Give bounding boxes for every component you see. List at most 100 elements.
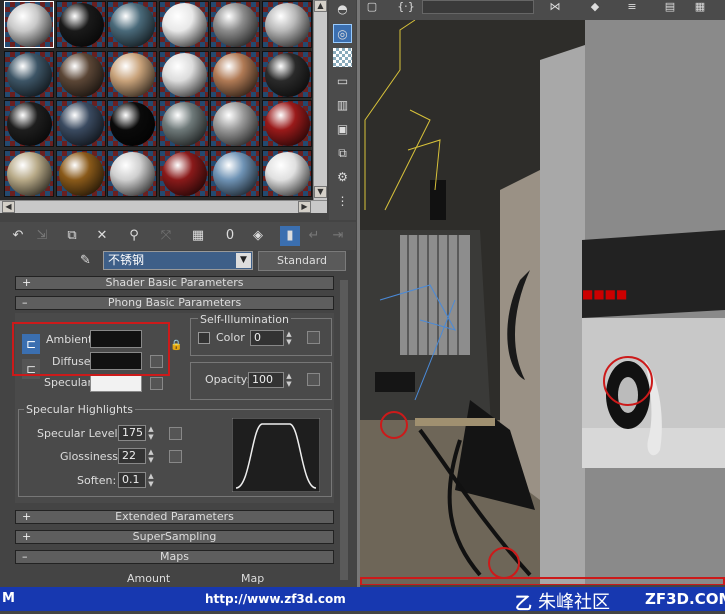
material-slot[interactable] xyxy=(261,100,312,147)
material-slot[interactable] xyxy=(4,1,54,48)
self-illum-map-button[interactable] xyxy=(307,331,320,344)
select-by-material-icon[interactable]: ⚙ xyxy=(333,168,352,187)
pick-material-icon[interactable]: ✎ xyxy=(80,253,96,269)
put-to-library-icon[interactable]: ▦ xyxy=(188,226,208,246)
phong-basic-rollout[interactable]: – Phong Basic Parameters xyxy=(15,296,334,310)
make-copy-icon[interactable]: ⚲ xyxy=(124,226,144,246)
maps-rollout[interactable]: – Maps xyxy=(15,550,334,564)
material-slot[interactable] xyxy=(158,1,209,48)
color-checkbox[interactable] xyxy=(198,332,210,344)
scroll-down-icon[interactable]: ▼ xyxy=(314,186,327,198)
material-sphere xyxy=(7,151,52,196)
slots-vertical-scrollbar[interactable]: ▲ ▼ xyxy=(313,0,327,200)
specular-level-value[interactable]: 175 xyxy=(118,425,146,441)
material-slot[interactable] xyxy=(158,149,209,197)
specular-swatch[interactable] xyxy=(90,374,142,392)
material-type-button[interactable]: Standard xyxy=(258,251,346,271)
material-slot[interactable] xyxy=(210,149,260,197)
material-slot[interactable] xyxy=(261,50,312,98)
curly-brace-icon[interactable]: {⋅} xyxy=(392,0,420,18)
assign-to-selection-icon[interactable]: ⧉ xyxy=(62,226,82,246)
material-sphere xyxy=(264,52,310,97)
get-material-icon[interactable]: ↶ xyxy=(8,226,28,246)
material-sphere xyxy=(7,52,52,97)
panel-divider xyxy=(357,0,360,587)
opacity-map-button[interactable] xyxy=(307,373,320,386)
self-illum-value[interactable]: 0 xyxy=(250,330,284,346)
material-slot[interactable] xyxy=(55,100,106,147)
extended-parameters-rollout[interactable]: + Extended Parameters xyxy=(15,510,334,524)
material-slot[interactable] xyxy=(4,100,54,147)
make-unique-icon[interactable]: ⤧ xyxy=(156,226,176,246)
slots-horizontal-scrollbar[interactable]: ◀ ▶ xyxy=(0,200,327,213)
material-slot[interactable] xyxy=(107,149,157,197)
layer-icon[interactable]: ▢ xyxy=(362,0,382,18)
material-name-field[interactable]: 不锈钢 xyxy=(103,251,253,270)
opacity-value[interactable]: 100 xyxy=(248,372,284,388)
spinner-arrows-icon[interactable]: ▲ ▼ xyxy=(147,472,155,488)
material-slot[interactable] xyxy=(158,50,209,98)
specular-map-button[interactable] xyxy=(150,377,163,390)
material-slot[interactable] xyxy=(107,50,157,98)
glossiness-value[interactable]: 22 xyxy=(118,448,146,464)
sample-type-icon[interactable]: ◓ xyxy=(333,0,352,19)
material-id-channel[interactable]: 0 xyxy=(220,226,240,246)
scroll-right-icon[interactable]: ▶ xyxy=(298,201,311,213)
background-icon[interactable] xyxy=(333,48,352,67)
material-slot[interactable] xyxy=(4,149,54,197)
material-sphere xyxy=(213,151,258,196)
sample-uv-icon[interactable]: ▭ xyxy=(333,72,352,91)
show-map-in-viewport-icon[interactable]: ◈ xyxy=(248,226,268,246)
material-slot[interactable] xyxy=(4,50,54,98)
panel-scrollbar[interactable] xyxy=(340,280,348,580)
align-icon[interactable]: ◆ xyxy=(585,0,605,18)
options-icon[interactable]: ⧉ xyxy=(333,144,352,163)
spinner-arrows-icon[interactable]: ▲ ▼ xyxy=(285,330,293,346)
lock-icon[interactable]: 🔒 xyxy=(170,340,182,354)
material-slot[interactable] xyxy=(158,100,209,147)
material-slot[interactable] xyxy=(210,50,260,98)
spinner-arrows-icon[interactable]: ▲ ▼ xyxy=(285,372,293,388)
supersampling-rollout[interactable]: + SuperSampling xyxy=(15,530,334,544)
go-forward-sibling-icon[interactable]: ⇥ xyxy=(328,226,348,246)
show-end-result-icon[interactable]: ▮ xyxy=(280,226,300,246)
chevron-down-icon[interactable]: ▼ xyxy=(236,253,251,268)
specular-level-map-button[interactable] xyxy=(169,427,182,440)
material-slot[interactable] xyxy=(55,50,106,98)
go-to-parent-icon[interactable]: ↵ xyxy=(304,226,324,246)
material-slot[interactable] xyxy=(210,100,260,147)
material-slot[interactable] xyxy=(261,149,312,197)
video-color-check-icon[interactable]: ▥ xyxy=(333,96,352,115)
reset-map-icon[interactable]: ✕ xyxy=(92,226,112,246)
opacity-label: Opacity: xyxy=(205,373,251,386)
material-slot[interactable] xyxy=(261,1,312,48)
glossiness-map-button[interactable] xyxy=(169,450,182,463)
spinner-arrows-icon[interactable]: ▲ ▼ xyxy=(147,448,155,464)
curve-editor-icon[interactable]: ▤ xyxy=(660,0,680,18)
spinner-arrows-icon[interactable]: ▲ ▼ xyxy=(147,425,155,441)
named-selection-dropdown[interactable] xyxy=(422,0,534,14)
material-sphere xyxy=(110,102,155,146)
scroll-up-icon[interactable]: ▲ xyxy=(314,0,327,12)
material-slot[interactable] xyxy=(107,100,157,147)
material-slot[interactable] xyxy=(107,1,157,48)
material-navigator-icon[interactable]: ⋮ xyxy=(333,192,352,211)
shader-basic-rollout[interactable]: + Shader Basic Parameters xyxy=(15,276,334,290)
material-slot[interactable] xyxy=(55,149,106,197)
material-slot[interactable] xyxy=(55,1,106,48)
make-preview-icon[interactable]: ▣ xyxy=(333,120,352,139)
watermark-url: http://www.zf3d.com xyxy=(205,592,346,606)
material-slot[interactable] xyxy=(210,1,260,48)
specular-label: Specular: xyxy=(44,376,96,389)
mirror-icon[interactable]: ⋈ xyxy=(545,0,565,18)
scroll-left-icon[interactable]: ◀ xyxy=(2,201,15,213)
layer-manager-icon[interactable]: ≡ xyxy=(622,0,642,18)
backlight-icon[interactable]: ◎ xyxy=(333,24,352,43)
material-sphere xyxy=(161,151,207,196)
put-to-scene-icon[interactable]: ⇲ xyxy=(32,226,52,246)
material-sphere xyxy=(110,151,155,196)
perspective-viewport[interactable]: ■■■■ xyxy=(360,0,725,585)
material-sphere xyxy=(161,3,207,47)
soften-value[interactable]: 0.1 xyxy=(118,472,146,488)
schematic-view-icon[interactable]: ▦ xyxy=(690,0,710,18)
